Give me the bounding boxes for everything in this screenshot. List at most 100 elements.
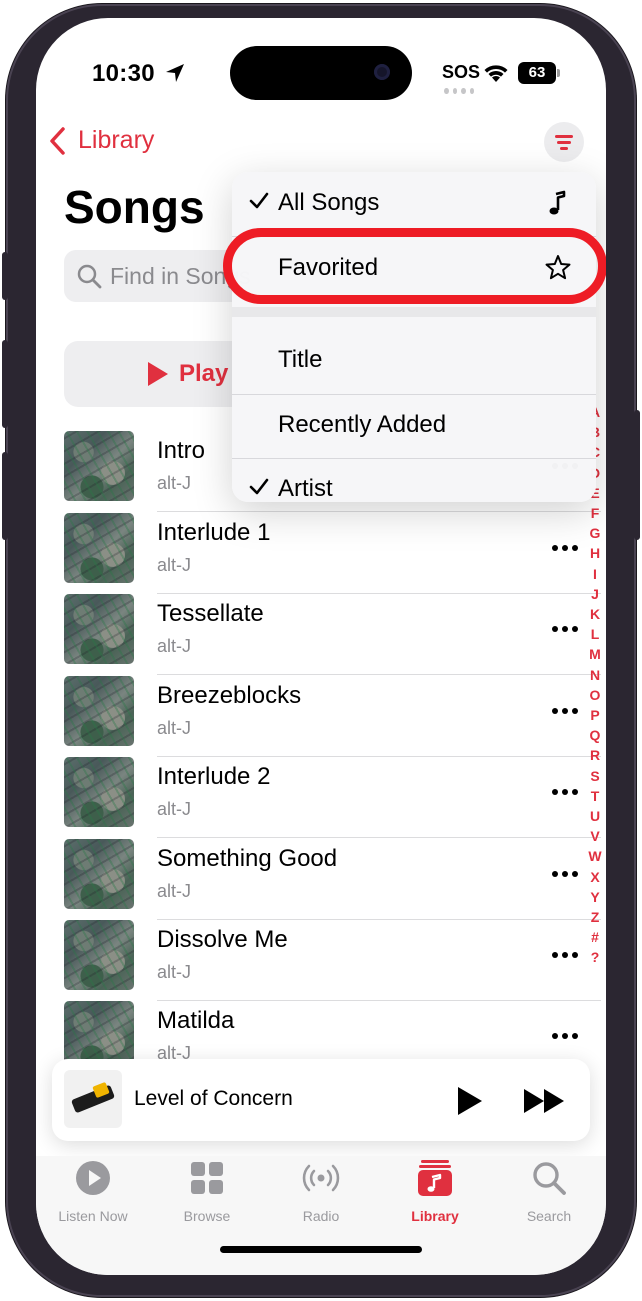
status-time: 10:30 bbox=[92, 60, 155, 87]
more-options-icon[interactable] bbox=[552, 708, 582, 718]
alphabet-index-letter[interactable]: O bbox=[590, 685, 601, 705]
song-row[interactable]: Interlude 1 alt-J bbox=[64, 513, 601, 594]
song-row[interactable]: Tessellate alt-J bbox=[64, 594, 601, 675]
song-title: Intro bbox=[157, 437, 206, 464]
song-artist: alt-J bbox=[157, 636, 192, 656]
volume-down-button bbox=[2, 452, 8, 540]
album-art bbox=[64, 920, 134, 990]
battery-level: 63 bbox=[518, 62, 556, 84]
tab-label: Browse bbox=[183, 1208, 231, 1224]
alphabet-index-letter[interactable]: S bbox=[590, 766, 599, 786]
song-row[interactable]: Breezeblocks alt-J bbox=[64, 676, 601, 757]
song-artist: alt-J bbox=[157, 881, 192, 901]
alphabet-index-letter[interactable]: U bbox=[590, 806, 600, 826]
song-artist: alt-J bbox=[157, 962, 192, 982]
album-art bbox=[64, 757, 134, 827]
song-title: Breezeblocks bbox=[157, 682, 302, 709]
play-icon[interactable] bbox=[458, 1087, 482, 1115]
sort-menu: All Songs Favorited Title Recently Added bbox=[232, 172, 596, 502]
play-circle-icon bbox=[76, 1161, 110, 1195]
battery-indicator: 63 bbox=[518, 62, 560, 84]
tab-listen-now[interactable]: Listen Now bbox=[36, 1156, 150, 1236]
menu-item-title[interactable]: Title bbox=[232, 329, 596, 393]
menu-item-all-songs[interactable]: All Songs bbox=[232, 172, 596, 236]
song-title: Interlude 1 bbox=[157, 519, 271, 546]
volume-up-button bbox=[2, 340, 8, 428]
alphabet-index-letter[interactable]: X bbox=[590, 867, 599, 887]
more-options-icon[interactable] bbox=[552, 626, 582, 636]
tab-radio[interactable]: Radio bbox=[264, 1156, 378, 1236]
sort-button[interactable] bbox=[544, 122, 584, 162]
play-icon bbox=[148, 362, 168, 386]
album-art bbox=[64, 676, 134, 746]
more-options-icon[interactable] bbox=[552, 952, 582, 962]
chevron-left-icon[interactable] bbox=[48, 126, 66, 156]
menu-item-label: Title bbox=[278, 346, 323, 373]
alphabet-index-letter[interactable]: G bbox=[590, 523, 601, 543]
tab-bar: Listen Now Browse Radio Library Search bbox=[36, 1156, 606, 1275]
now-playing-art bbox=[64, 1070, 122, 1128]
alphabet-index-letter[interactable]: Y bbox=[590, 887, 599, 907]
more-options-icon[interactable] bbox=[552, 871, 582, 881]
song-title: Tessellate bbox=[157, 600, 264, 627]
tab-search[interactable]: Search bbox=[492, 1156, 606, 1236]
song-title: Dissolve Me bbox=[157, 926, 288, 953]
more-options-icon[interactable] bbox=[552, 789, 582, 799]
mini-player[interactable]: Level of Concern bbox=[52, 1059, 590, 1141]
menu-item-label: Artist bbox=[278, 475, 333, 502]
sort-lines-icon bbox=[555, 135, 573, 138]
tab-browse[interactable]: Browse bbox=[150, 1156, 264, 1236]
menu-item-artist[interactable]: Artist bbox=[232, 458, 596, 522]
alphabet-index-letter[interactable]: V bbox=[590, 826, 599, 846]
page-title: Songs bbox=[64, 181, 205, 233]
tab-label: Listen Now bbox=[58, 1208, 128, 1224]
alphabet-index-letter[interactable]: R bbox=[590, 745, 600, 765]
alphabet-index-letter[interactable]: P bbox=[590, 705, 599, 725]
alphabet-index-letter[interactable]: H bbox=[590, 543, 600, 563]
album-art bbox=[64, 839, 134, 909]
wifi-icon bbox=[484, 65, 508, 82]
more-options-icon[interactable] bbox=[552, 545, 582, 555]
song-artist: alt-J bbox=[157, 799, 192, 819]
fast-forward-icon[interactable] bbox=[522, 1087, 568, 1115]
alphabet-index-letter[interactable]: T bbox=[591, 786, 600, 806]
tab-library[interactable]: Library bbox=[378, 1156, 492, 1236]
more-options-icon[interactable] bbox=[552, 1033, 582, 1043]
highlight-ring bbox=[223, 228, 606, 304]
alphabet-index-letter[interactable]: K bbox=[590, 604, 600, 624]
dynamic-island bbox=[230, 46, 412, 100]
song-artist: alt-J bbox=[157, 718, 192, 738]
song-title: Matilda bbox=[157, 1007, 235, 1034]
alphabet-index-letter[interactable]: # bbox=[591, 927, 599, 947]
menu-item-label: All Songs bbox=[278, 189, 380, 216]
alphabet-index-letter[interactable]: Q bbox=[590, 725, 601, 745]
alphabet-index-letter[interactable]: M bbox=[589, 644, 601, 664]
back-button[interactable]: Library bbox=[78, 126, 154, 155]
divider bbox=[157, 837, 601, 838]
song-row[interactable]: Interlude 2 alt-J bbox=[64, 757, 601, 838]
alphabet-index-letter[interactable]: L bbox=[591, 624, 600, 644]
tab-label: Library bbox=[411, 1208, 459, 1224]
signal-dots bbox=[444, 88, 474, 94]
tab-label: Search bbox=[526, 1208, 572, 1224]
song-row[interactable]: Dissolve Me alt-J bbox=[64, 920, 601, 1001]
screen: 10:30 SOS 63 Library Songs Find in Songs… bbox=[36, 18, 606, 1275]
search-icon bbox=[77, 264, 102, 289]
checkmark-icon bbox=[249, 192, 269, 209]
alphabet-index-letter[interactable]: J bbox=[591, 584, 599, 604]
alphabet-index-letter[interactable]: ? bbox=[591, 947, 600, 967]
location-arrow-icon bbox=[166, 64, 184, 82]
song-row[interactable]: Something Good alt-J bbox=[64, 839, 601, 920]
alphabet-index-letter[interactable]: W bbox=[588, 846, 601, 866]
alphabet-index-letter[interactable]: Z bbox=[591, 907, 600, 927]
song-artist: alt-J bbox=[157, 555, 192, 575]
home-indicator bbox=[220, 1246, 422, 1253]
alphabet-index-letter[interactable]: I bbox=[593, 564, 597, 584]
search-icon bbox=[533, 1162, 566, 1195]
play-label: Play bbox=[179, 360, 229, 387]
album-art bbox=[64, 431, 134, 501]
menu-group-separator bbox=[232, 307, 596, 317]
menu-item-recently-added[interactable]: Recently Added bbox=[232, 394, 596, 458]
album-art bbox=[64, 594, 134, 664]
alphabet-index-letter[interactable]: N bbox=[590, 665, 600, 685]
